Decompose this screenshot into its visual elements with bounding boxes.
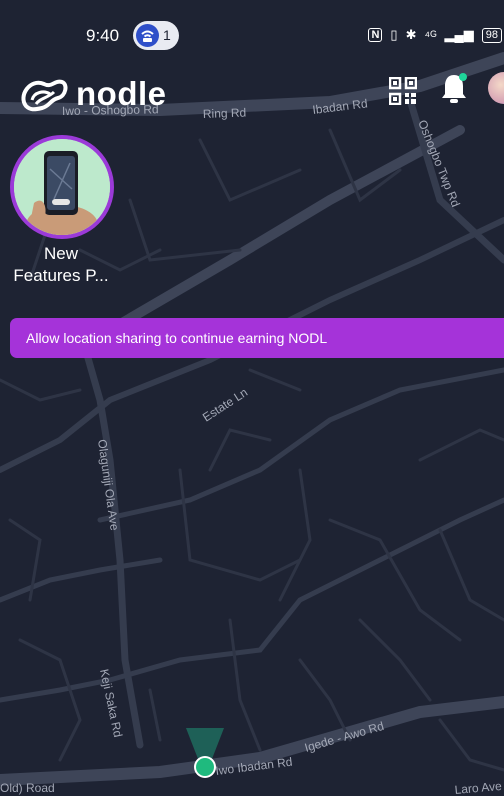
story-label: New Features P... [13,244,109,285]
map[interactable]: Iwo - Oshogbo Rd Ring Rd Ibadan Rd Oshog… [0,0,504,796]
phone-in-hand-image [14,139,110,235]
status-bar: 9:40 1 N ▯ ✱ ⁴ᴳ ▂▄▆ 98 [0,0,504,66]
vibrate-icon: ▯ [390,27,398,42]
status-icons: N ▯ ✱ ⁴ᴳ ▂▄▆ 98 [368,26,502,44]
street-label: Old) Road [0,781,55,795]
current-location-marker [194,756,216,778]
street-label: Ring Rd [203,105,247,121]
bluetooth-icon: ✱ [405,27,417,42]
location-sharing-banner[interactable]: Allow location sharing to continue earni… [10,318,504,358]
wifi-hotspot-icon [136,24,159,47]
network-type-icon: ⁴ᴳ [424,27,437,43]
notification-badge [459,73,467,81]
qr-code-icon [388,76,418,106]
story-thumbnail [10,135,114,239]
banner-text: Allow location sharing to continue earni… [26,330,328,346]
story-item[interactable]: New Features P... [10,135,114,287]
signal-icon: ▂▄▆ [444,27,474,42]
status-time: 9:40 [86,26,120,45]
street-label: Laro Ave [454,779,503,796]
hotspot-indicator[interactable]: 1 [133,21,179,50]
nfc-icon: N [368,28,383,42]
qr-code-button[interactable] [388,76,418,106]
nodle-logo: nodle [20,74,167,114]
logo-text: nodle [76,75,167,112]
battery-icon: 98 [481,27,502,43]
nodle-logo-icon [21,79,68,112]
hotspot-count: 1 [163,27,171,43]
